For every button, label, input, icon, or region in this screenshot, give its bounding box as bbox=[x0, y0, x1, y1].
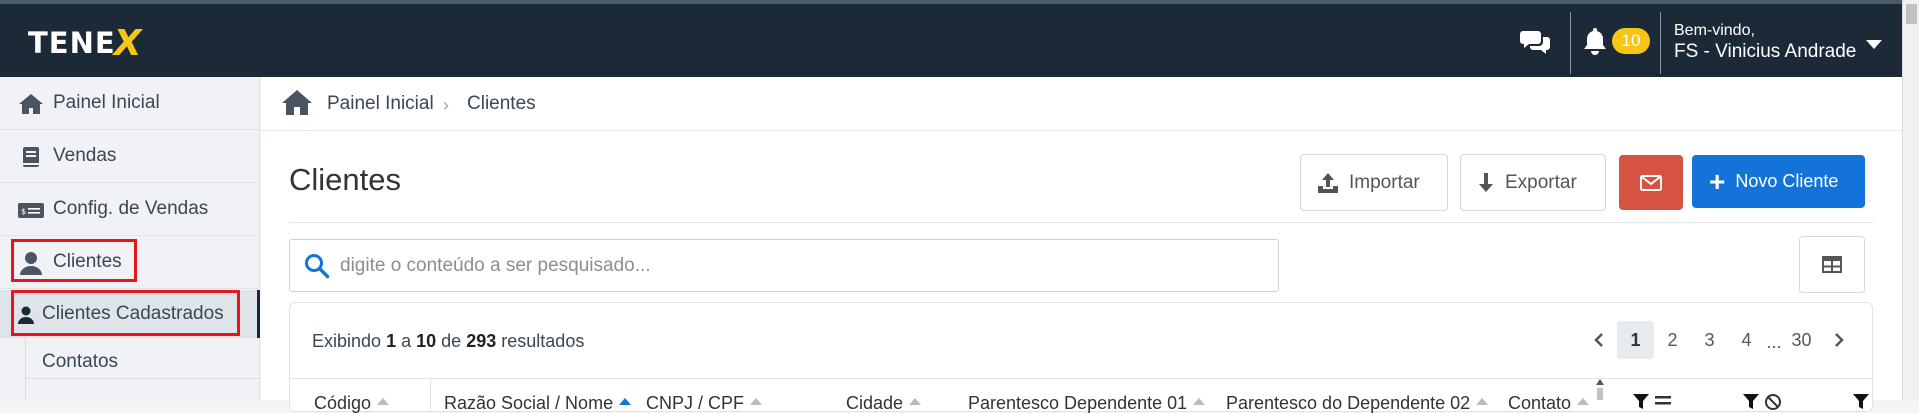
table-icon bbox=[1822, 256, 1842, 273]
import-button[interactable]: Importar bbox=[1300, 154, 1448, 211]
sidebar-item-label: Config. de Vendas bbox=[53, 198, 209, 219]
page-title: Clientes bbox=[289, 162, 401, 197]
comments-icon[interactable] bbox=[1519, 28, 1551, 56]
search-icon bbox=[305, 254, 330, 279]
sidebar-item-vendas[interactable]: Vendas bbox=[0, 130, 260, 183]
chevron-right-icon[interactable] bbox=[1820, 321, 1857, 359]
app-logo[interactable]: TENE X bbox=[28, 18, 142, 68]
caret-down-icon[interactable] bbox=[1866, 40, 1882, 49]
filter-icon[interactable] bbox=[1852, 393, 1870, 411]
table-scrollbar[interactable] bbox=[1595, 377, 1605, 400]
breadcrumb: Painel Inicial › Clientes bbox=[261, 77, 1902, 131]
sidebar-divider bbox=[25, 378, 260, 379]
column-header[interactable]: Parentesco Dependente 01 bbox=[968, 393, 1206, 413]
home-icon bbox=[19, 94, 43, 114]
column-header[interactable]: Contato bbox=[1508, 393, 1590, 413]
sidebar-tree-line bbox=[25, 338, 26, 400]
breadcrumb-current: Clientes bbox=[467, 93, 536, 114]
highlight-box bbox=[11, 239, 137, 282]
column-header[interactable]: Parentesco do Dependente 02 bbox=[1226, 393, 1489, 413]
page-link[interactable]: 3 bbox=[1691, 321, 1728, 359]
email-button[interactable] bbox=[1619, 155, 1683, 210]
page-link[interactable]: 1 bbox=[1617, 321, 1654, 359]
pagination-ellipsis: ... bbox=[1766, 332, 1782, 352]
arrow-down-icon bbox=[1479, 172, 1493, 192]
sort-icon[interactable] bbox=[909, 398, 922, 405]
notification-badge[interactable]: 10 bbox=[1612, 28, 1650, 54]
sidebar-item-label: Painel Inicial bbox=[53, 92, 160, 113]
column-header[interactable]: CNPJ / CPF bbox=[646, 393, 763, 413]
bell-icon[interactable] bbox=[1582, 27, 1608, 55]
filter-icon[interactable] bbox=[1632, 393, 1650, 411]
filter-icon[interactable] bbox=[1742, 393, 1760, 411]
header-divider bbox=[1570, 12, 1571, 74]
sort-icon[interactable] bbox=[1193, 398, 1206, 405]
pagination: 1 2 3 4 ... 30 bbox=[1580, 319, 1857, 361]
new-client-button[interactable]: + Novo Cliente bbox=[1692, 155, 1865, 208]
book-icon bbox=[23, 147, 39, 167]
export-button[interactable]: Exportar bbox=[1460, 154, 1606, 211]
results-card: Exibindo 1 a 10 de 293 resultados 1 2 3 … bbox=[289, 302, 1873, 413]
sidebar-item-label: Vendas bbox=[53, 145, 117, 166]
page-link[interactable]: 2 bbox=[1654, 321, 1691, 359]
page-link[interactable]: 4 bbox=[1728, 321, 1765, 359]
top-navbar: TENE X 10 Bem-vindo, FS - Vinicius Andrad… bbox=[0, 0, 1902, 77]
main-content: Painel Inicial › Clientes Clientes Impor… bbox=[261, 77, 1902, 413]
header-divider bbox=[1660, 12, 1661, 74]
title-divider bbox=[289, 222, 1874, 223]
svg-text:$: $ bbox=[21, 207, 26, 216]
search-input[interactable] bbox=[340, 252, 1240, 280]
ban-icon[interactable] bbox=[1764, 393, 1782, 411]
sort-icon[interactable] bbox=[377, 398, 390, 405]
new-client-label: Novo Cliente bbox=[1735, 171, 1839, 191]
sort-icon[interactable] bbox=[1476, 398, 1489, 405]
column-header[interactable]: Código bbox=[314, 393, 390, 413]
search-box bbox=[289, 239, 1279, 292]
list-icon[interactable] bbox=[1654, 393, 1672, 411]
export-label: Exportar bbox=[1505, 171, 1577, 193]
page-scrollbar[interactable] bbox=[1902, 0, 1919, 400]
welcome-text: Bem-vindo, bbox=[1674, 22, 1755, 39]
sort-icon[interactable] bbox=[750, 398, 763, 405]
chevron-left-icon[interactable] bbox=[1580, 321, 1617, 359]
breadcrumb-home[interactable]: Painel Inicial bbox=[327, 93, 434, 115]
column-header[interactable]: Cidade bbox=[846, 393, 922, 413]
sidebar-item-config-vendas[interactable]: $ Config. de Vendas bbox=[0, 183, 260, 236]
upload-icon bbox=[1318, 172, 1338, 193]
table-header: Código Razão Social / Nome CNPJ / CPF Ci… bbox=[290, 378, 1872, 413]
sort-icon[interactable] bbox=[619, 398, 632, 405]
sort-icon[interactable] bbox=[1577, 398, 1590, 405]
home-icon[interactable] bbox=[281, 89, 313, 116]
chevron-right-icon: › bbox=[443, 95, 449, 115]
import-label: Importar bbox=[1349, 171, 1420, 193]
plus-icon: + bbox=[1709, 165, 1726, 197]
page-link[interactable]: 30 bbox=[1783, 321, 1820, 359]
sidebar-subitem-label: Contatos bbox=[42, 351, 119, 372]
user-name[interactable]: FS - Vinicius Andrade bbox=[1674, 41, 1856, 63]
envelope-icon bbox=[1640, 174, 1662, 191]
money-bill-icon: $ bbox=[18, 203, 44, 218]
column-header[interactable]: Razão Social / Nome bbox=[444, 393, 632, 413]
sidebar-item-painel-inicial[interactable]: Painel Inicial bbox=[0, 77, 260, 130]
highlight-box bbox=[11, 290, 240, 336]
columns-toggle-button[interactable] bbox=[1799, 236, 1865, 293]
results-summary: Exibindo 1 a 10 de 293 resultados bbox=[312, 331, 585, 351]
